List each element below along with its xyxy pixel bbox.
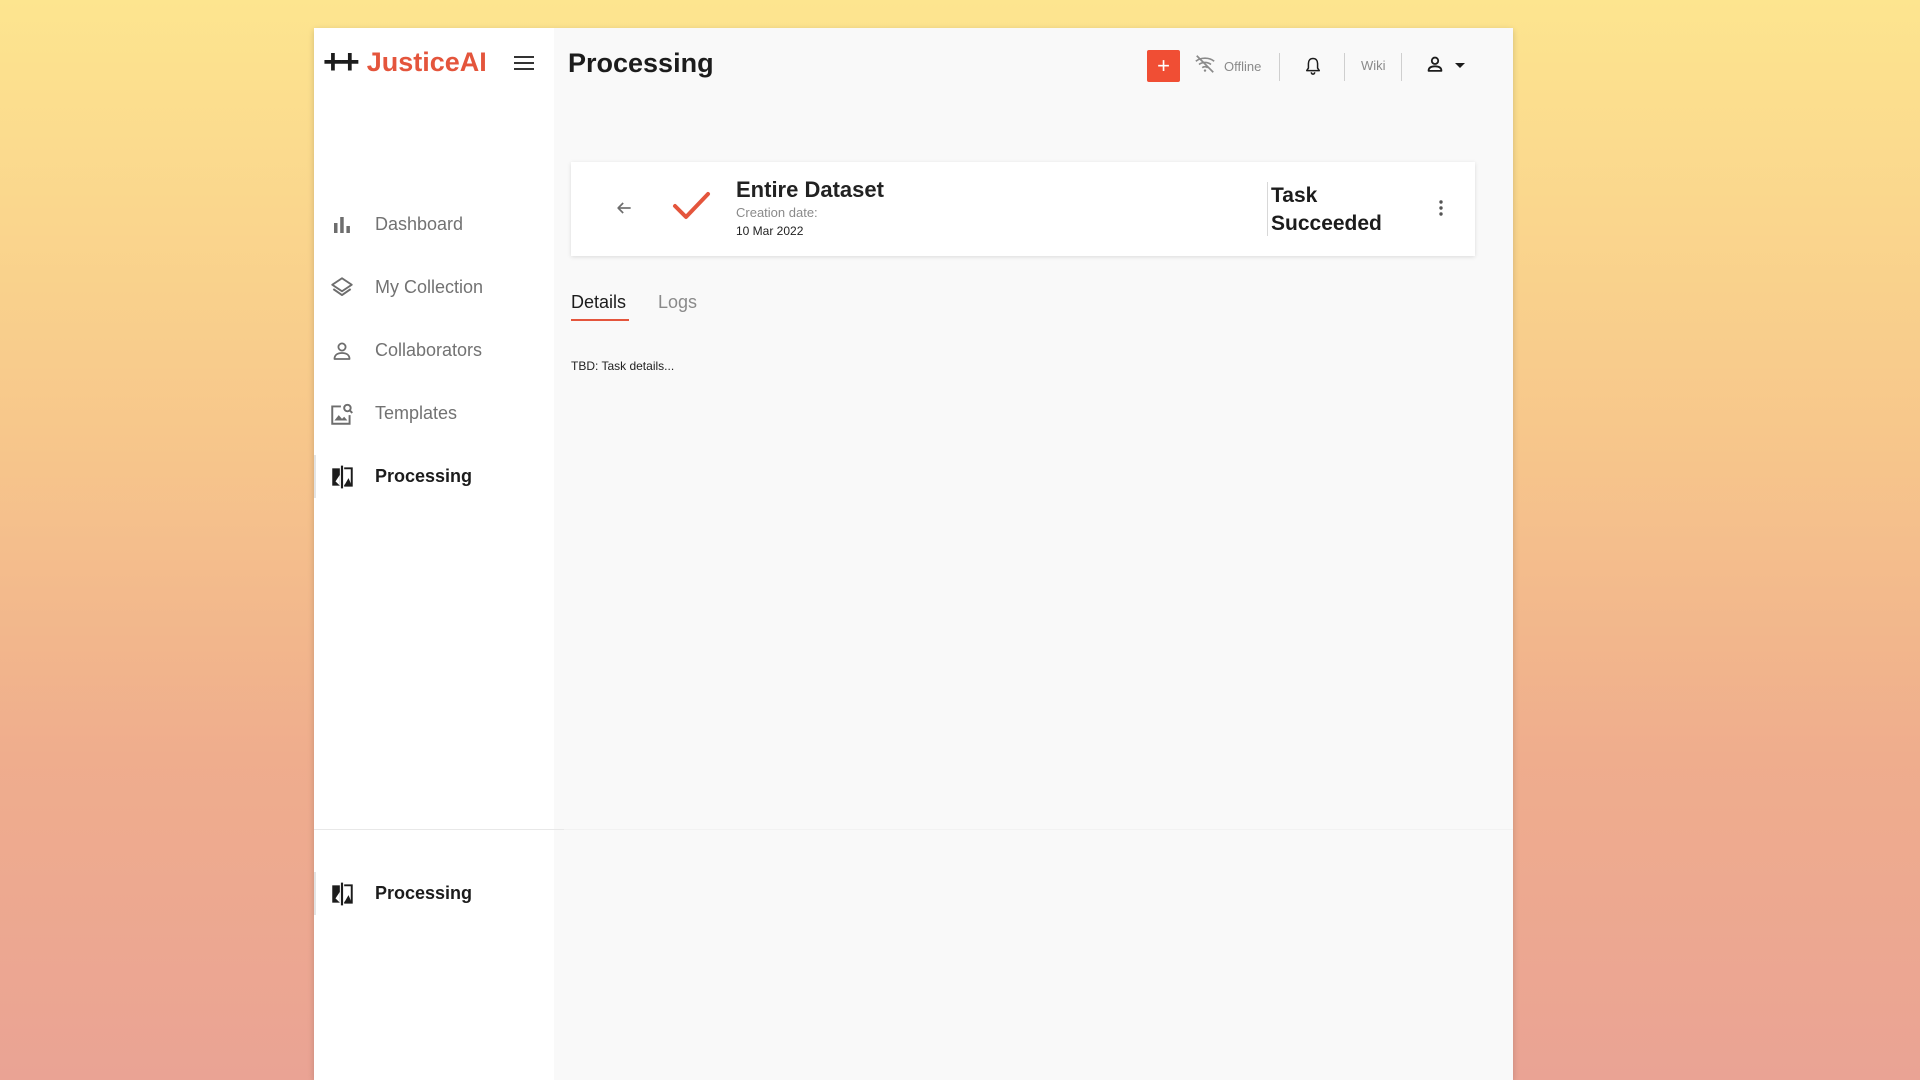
tab-active-indicator: [571, 319, 629, 321]
hamburger-menu-icon[interactable]: [509, 48, 539, 78]
task-status: Task Succeeded: [1271, 184, 1382, 235]
sidebar-item-label: Dashboard: [375, 214, 464, 234]
creation-date: 10 Mar 2022: [736, 224, 804, 238]
brand-name: JusticeAI: [366, 47, 487, 77]
sidebar-divider: [314, 829, 564, 830]
toolbar-separator: [1279, 53, 1280, 81]
more-vert-icon[interactable]: [1428, 195, 1454, 221]
toolbar-separator: [1401, 53, 1402, 81]
image-search-icon: [328, 400, 356, 428]
sidebar-item-label: Collaborators: [375, 340, 483, 360]
offline-label: Offline: [1224, 58, 1262, 74]
user-avatar-icon: [1424, 53, 1446, 80]
app-window: ++ JusticeAI Dashboard My Collection Col…: [314, 28, 1513, 1080]
bar-chart-icon: [328, 211, 356, 239]
compare-icon: [328, 880, 356, 908]
brand-logo[interactable]: ++ JusticeAI: [323, 43, 487, 81]
details-content: TBD: Task details...: [571, 359, 675, 373]
user-menu[interactable]: [1424, 53, 1466, 79]
wiki-link[interactable]: Wiki: [1361, 58, 1386, 73]
sidebar-item-label: Templates: [375, 403, 458, 423]
wifi-off-icon: [1194, 53, 1216, 80]
tab-logs[interactable]: Logs: [658, 292, 697, 313]
sidebar-item-processing[interactable]: Processing: [314, 445, 554, 508]
toolbar-separator: [1344, 53, 1345, 81]
sidebar: ++ JusticeAI Dashboard My Collection Col…: [314, 28, 564, 1080]
sidebar-item-label: My Collection: [375, 277, 484, 297]
person-icon: [328, 337, 356, 365]
add-button[interactable]: +: [1147, 50, 1180, 82]
checkmark-icon: [671, 188, 711, 224]
sidebar-bottom: Processing: [314, 862, 554, 925]
brand-plus-mark: ++: [323, 43, 360, 81]
card-separator: [1267, 182, 1268, 236]
sidebar-item-my-collection[interactable]: My Collection: [314, 256, 554, 319]
tab-label: Logs: [658, 292, 698, 312]
sidebar-item-dashboard[interactable]: Dashboard: [314, 193, 554, 256]
content-divider: [564, 829, 1513, 830]
tab-details[interactable]: Details: [571, 292, 629, 321]
layers-icon: [328, 274, 356, 302]
bell-icon[interactable]: [1300, 53, 1326, 79]
creation-date-label: Creation date:: [736, 205, 818, 220]
sidebar-bottom-item-processing[interactable]: Processing: [314, 862, 554, 925]
task-card: Entire Dataset Creation date: 10 Mar 202…: [571, 162, 1475, 256]
sidebar-nav: Dashboard My Collection Collaborators Te…: [314, 193, 554, 508]
page-title: Processing: [568, 48, 714, 78]
plus-icon: +: [1157, 53, 1170, 78]
caret-down-icon: [1454, 57, 1466, 75]
sidebar-item-templates[interactable]: Templates: [314, 382, 554, 445]
task-title: Entire Dataset: [736, 177, 884, 202]
sidebar-item-label: Processing: [375, 466, 473, 486]
tab-label: Details: [571, 292, 627, 312]
back-arrow-icon[interactable]: [611, 195, 637, 221]
sidebar-item-collaborators[interactable]: Collaborators: [314, 319, 554, 382]
compare-icon: [328, 463, 356, 491]
sidebar-item-label: Processing: [375, 883, 473, 903]
offline-status[interactable]: Offline: [1194, 50, 1261, 82]
